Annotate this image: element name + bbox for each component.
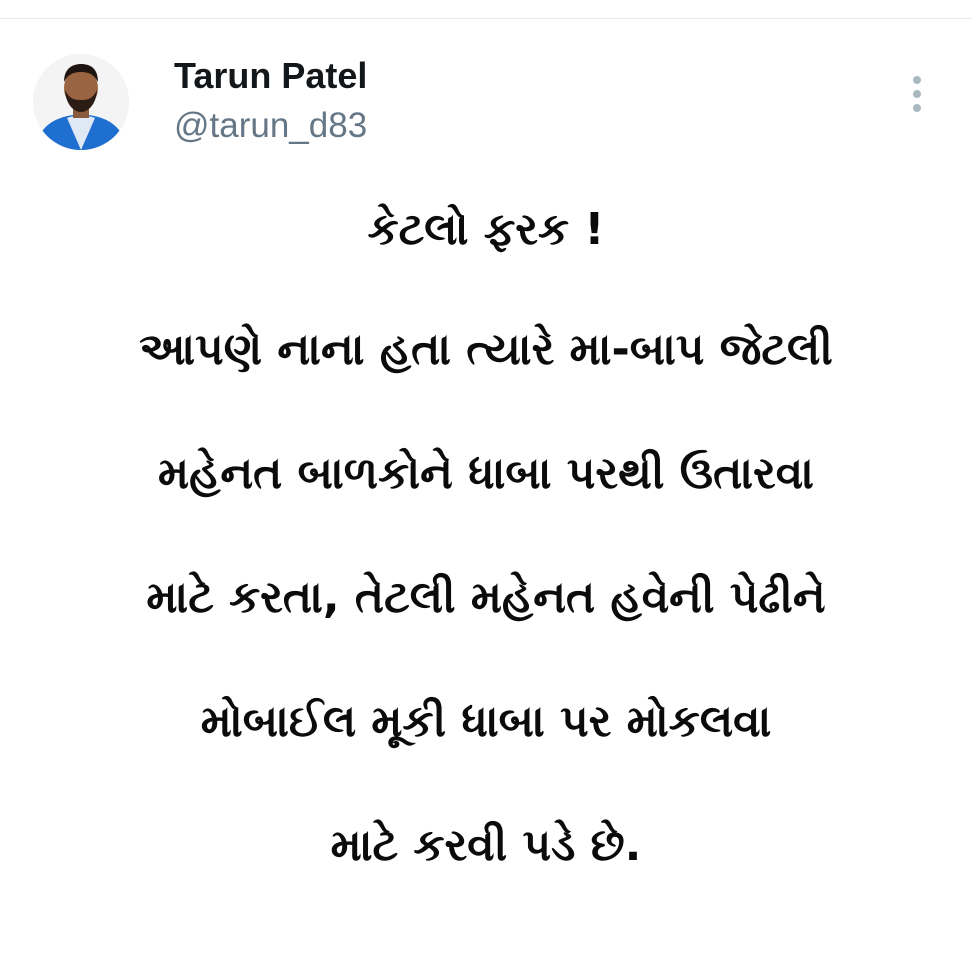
tweet-header: Tarun Patel @tarun_d83 [0,40,972,180]
user-handle[interactable]: @tarun_d83 [174,106,367,146]
tweet-line: માટે કરવી પડે છે. [330,820,642,871]
profile-photo-icon [33,54,129,150]
avatar[interactable] [33,54,129,150]
top-divider [0,0,972,19]
tweet-title: કેટલો ફરક ! [367,204,605,255]
more-dot [913,104,921,112]
tweet-line: મહેનત બાળકોને ધાબા પરથી ઉતારવા [158,448,814,499]
more-options-button[interactable] [898,70,938,118]
tweet-line: મોબાઈલ મૂકી ધાબા પર મોકલવા [200,696,772,747]
tweet-line: માટે કરતા, તેટલી મહેનત હવેની પેઢીને [146,572,826,623]
more-dot [913,90,921,98]
tweet-text: કેટલો ફરક ! આપણે નાના હતા ત્યારે મા-બાપ … [0,200,972,876]
display-name[interactable]: Tarun Patel [174,56,367,96]
tweet-line: આપણે નાના હતા ત્યારે મા-બાપ જેટલી [139,324,833,375]
more-vertical-icon [913,76,921,84]
